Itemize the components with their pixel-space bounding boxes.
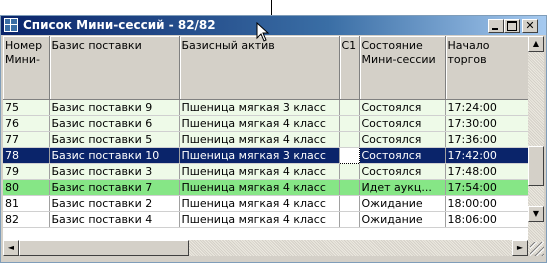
cell-number: 79 xyxy=(3,163,50,180)
sessions-table: Номер Мини- Базис поставки Базисный акти… xyxy=(3,36,528,228)
cell-asset: Пшеница мягкая 3 класс xyxy=(179,99,340,116)
table-row[interactable]: 80 Базис поставки 7 Пшеница мягкая 4 класс… xyxy=(3,179,528,196)
cell-start: 17:30:00 xyxy=(445,115,528,132)
cell-number: 76 xyxy=(3,115,50,132)
cell-start: 17:42:00 xyxy=(445,147,528,164)
grid-icon xyxy=(4,18,18,32)
cell-number: 78 xyxy=(3,147,50,164)
cell-state: Ожидание xyxy=(359,195,446,212)
cell-asset: Пшеница мягкая 4 класс xyxy=(179,131,340,148)
table-header-row: Номер Мини- Базис поставки Базисный акти… xyxy=(3,36,528,100)
text-cursor-line xyxy=(271,0,272,16)
cell-state: Состоялся xyxy=(359,131,446,148)
cell-asset: Пшеница мягкая 4 класс xyxy=(179,195,340,212)
cell-asset: Пшеница мягкая 4 класс xyxy=(179,179,340,196)
cell-number: 75 xyxy=(3,99,50,116)
cell-c1 xyxy=(339,131,360,148)
close-button[interactable]: ✕ xyxy=(522,19,538,33)
cell-asset: Пшеница мягкая 4 класс xyxy=(179,163,340,180)
cell-number: 82 xyxy=(3,211,50,228)
column-header-start[interactable]: Начало торгов xyxy=(445,36,528,100)
table-row[interactable]: 76 Базис поставки 6 Пшеница мягкая 4 класс… xyxy=(3,115,528,132)
title-bar[interactable]: Список Мини-сессий - 82/82 ✕ xyxy=(1,16,546,35)
sessions-grid: Номер Мини- Базис поставки Базисный акти… xyxy=(3,36,528,254)
cell-number: 77 xyxy=(3,131,50,148)
cell-start: 17:24:00 xyxy=(445,99,528,116)
minimize-button[interactable] xyxy=(488,19,504,33)
cell-state: Состоялся xyxy=(359,147,446,164)
table-row[interactable]: 77 Базис поставки 5 Пшеница мягкая 4 класс… xyxy=(3,131,528,148)
cell-state: Идет аукц... xyxy=(359,179,446,196)
scroll-right-button[interactable]: ► xyxy=(512,240,528,256)
cell-basis: Базис поставки 3 xyxy=(49,163,180,180)
table-row[interactable]: 81 Базис поставки 2 Пшеница мягкая 4 класс… xyxy=(3,195,528,212)
horizontal-scroll-thumb[interactable] xyxy=(19,240,189,256)
scroll-down-button[interactable]: ▼ xyxy=(528,206,544,222)
cell-basis: Базис поставки 9 xyxy=(49,99,180,116)
horizontal-scrollbar[interactable]: ◄ ► xyxy=(3,240,528,256)
cell-basis: Базис поставки 10 xyxy=(49,147,180,164)
cell-asset: Пшеница мягкая 4 класс xyxy=(179,211,340,228)
cell-state: Состоялся xyxy=(359,99,446,116)
mini-sessions-window: Список Мини-сессий - 82/82 ✕ Номер Мини-… xyxy=(0,15,547,263)
column-header-state[interactable]: Состояние Мини-сессии xyxy=(359,36,446,100)
maximize-button[interactable] xyxy=(504,19,520,33)
column-header-asset[interactable]: Базисный актив xyxy=(179,36,340,100)
cell-asset: Пшеница мягкая 3 класс xyxy=(179,147,340,164)
cell-start: 17:36:00 xyxy=(445,131,528,148)
cell-c1 xyxy=(339,163,360,180)
table-row[interactable]: 82 Базис поставки 4 Пшеница мягкая 4 класс… xyxy=(3,211,528,228)
cell-state: Ожидание xyxy=(359,211,446,228)
cell-c1 xyxy=(339,115,360,132)
cell-state: Состоялся xyxy=(359,163,446,180)
scroll-left-button[interactable]: ◄ xyxy=(3,240,19,256)
column-header-basis[interactable]: Базис поставки xyxy=(49,36,180,100)
vertical-scrollbar[interactable]: ▲ ▼ xyxy=(528,36,544,254)
resize-grip[interactable] xyxy=(530,242,544,256)
cell-c1 xyxy=(339,195,360,212)
cell-c1 xyxy=(338,147,360,164)
cell-start: 17:48:00 xyxy=(445,163,528,180)
cell-basis: Базис поставки 6 xyxy=(49,115,180,132)
cell-number: 80 xyxy=(3,179,50,196)
cell-basis: Базис поставки 4 xyxy=(49,211,180,228)
table-row[interactable]: 75 Базис поставки 9 Пшеница мягкая 3 класс… xyxy=(3,99,528,116)
cell-basis: Базис поставки 2 xyxy=(49,195,180,212)
cell-start: 18:06:00 xyxy=(445,211,528,228)
vertical-scroll-thumb[interactable] xyxy=(528,146,544,186)
cell-start: 18:00:00 xyxy=(445,195,528,212)
cell-basis: Базис поставки 5 xyxy=(49,131,180,148)
cell-c1 xyxy=(339,99,360,116)
cell-state: Состоялся xyxy=(359,115,446,132)
cell-asset: Пшеница мягкая 4 класс xyxy=(179,115,340,132)
column-header-number[interactable]: Номер Мини- xyxy=(3,36,50,100)
table-row[interactable]: 79 Базис поставки 3 Пшеница мягкая 4 класс… xyxy=(3,163,528,180)
cell-number: 81 xyxy=(3,195,50,212)
table-row[interactable]: 78 Базис поставки 10 Пшеница мягкая 3 клас… xyxy=(3,147,528,164)
cell-c1 xyxy=(339,211,360,228)
cell-basis: Базис поставки 7 xyxy=(49,179,180,196)
cell-start: 17:54:00 xyxy=(445,179,528,196)
column-header-c1[interactable]: C1 xyxy=(339,36,360,100)
cell-c1 xyxy=(339,179,360,196)
scroll-up-button[interactable]: ▲ xyxy=(528,36,544,52)
window-title: Список Мини-сессий - 82/82 xyxy=(23,18,216,32)
